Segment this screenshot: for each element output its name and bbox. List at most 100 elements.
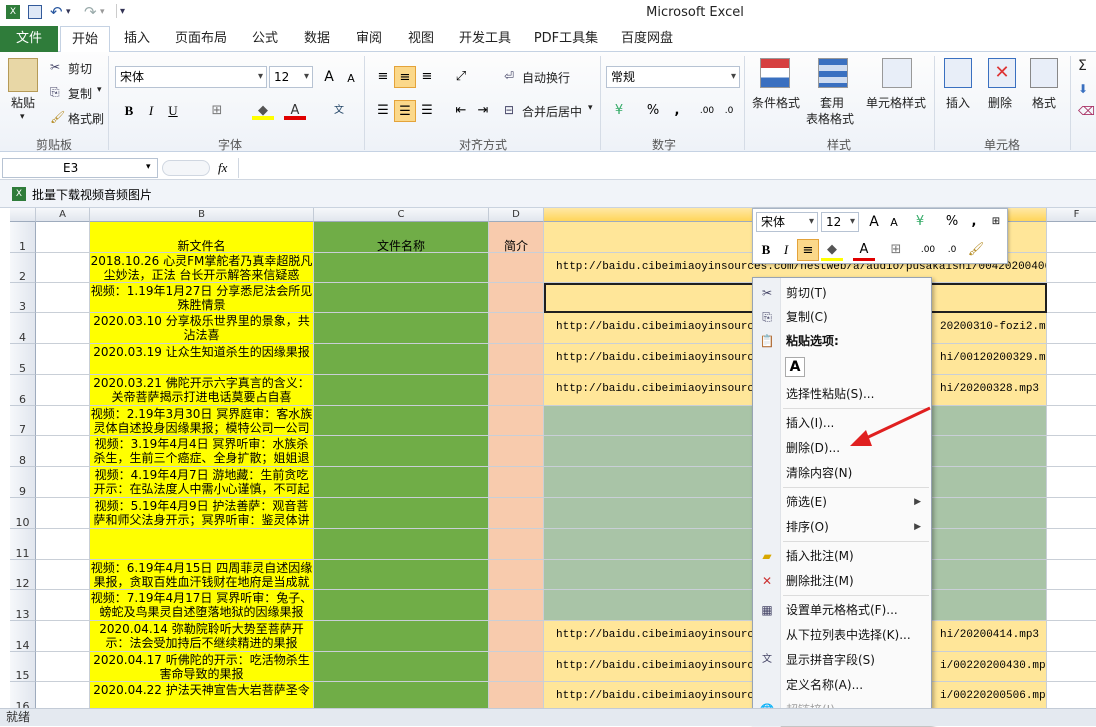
cell-A10[interactable] [36,498,90,529]
grow-font-icon[interactable]: A [318,66,340,88]
row-header[interactable]: 7 [10,406,36,436]
cell-F3[interactable] [1047,283,1096,313]
formula-bar-handle[interactable] [162,160,210,176]
row-header[interactable]: 15 [10,652,36,682]
worksheet-grid[interactable]: A B C D F 1 新文件名 文件名称 简介 2 2018.10.26 心灵FM掌舵者… [10,208,1096,708]
row-header[interactable]: 2 [10,253,36,283]
insert-cells-icon[interactable] [944,58,972,88]
cell-A4[interactable] [36,313,90,344]
increase-indent-icon[interactable]: ⇥ [472,100,494,122]
format-cells-button[interactable]: 格式 [1032,94,1056,111]
paste-dropdown-icon[interactable]: ▾ [20,112,25,122]
mini-align-center-icon[interactable]: ≡ [797,239,819,261]
tab-developer[interactable]: 开发工具 [454,26,516,52]
copy-dropdown-icon[interactable]: ▾ [97,85,102,95]
cell-D6[interactable] [489,375,544,406]
font-color-icon[interactable]: A [284,100,306,120]
cell-D11[interactable] [489,529,544,560]
row-header[interactable]: 12 [10,560,36,590]
cell-D13[interactable] [489,590,544,621]
cell-F4[interactable] [1047,313,1096,344]
row-header[interactable]: 10 [10,498,36,529]
mini-italic-button[interactable]: I [775,239,797,261]
mini-comma-button[interactable]: , [963,211,985,233]
conditional-format-icon[interactable] [760,58,790,88]
border-icon[interactable]: ⊞ [206,100,228,122]
cell-D14[interactable] [489,621,544,652]
fill-color-icon[interactable]: ◆ [252,100,274,120]
align-bottom-icon[interactable]: ≡ [416,66,438,88]
mini-font-color-icon[interactable]: A [853,239,875,261]
tab-data[interactable]: 数据 [298,26,336,52]
increase-decimal-icon[interactable]: .00 [696,100,718,122]
menu-item-filter[interactable]: 筛选(E) ▶ [753,490,931,514]
cell-C12[interactable] [314,560,489,590]
cell-A3[interactable] [36,283,90,313]
cell-B7[interactable]: 视频：2.19年3月30日 冥界庭审：客水族灵体自述投身因缘果报；模特公司一公司 [90,406,314,436]
row-header[interactable]: 5 [10,344,36,375]
mini-fill-color-icon[interactable]: ◆ [821,239,843,261]
font-name-select[interactable]: 宋体 [115,66,267,88]
cell-C5[interactable] [314,344,489,375]
cell-C8[interactable] [314,436,489,467]
paste-values-icon[interactable]: A [785,357,805,377]
cell-B3[interactable]: 视频：1.19年1月27日 分享悉尼法会所见殊胜情景 [90,283,314,313]
cell-B11[interactable] [90,529,314,560]
cell-A13[interactable] [36,590,90,621]
cell-D1[interactable]: 简介 [489,222,544,253]
cell-D9[interactable] [489,467,544,498]
align-left-icon[interactable]: ☰ [372,100,394,122]
cell-A11[interactable] [36,529,90,560]
cell-F12[interactable] [1047,560,1096,590]
mini-bold-button[interactable]: B [755,239,777,261]
paste-icon[interactable] [8,58,38,92]
cell-D8[interactable] [489,436,544,467]
paste-button[interactable]: 粘贴 [11,94,35,111]
format-painter-button[interactable]: 格式刷 [68,110,104,127]
copy-button[interactable]: 复制 [68,85,92,102]
menu-item-delete-comment[interactable]: ✕ 删除批注(M) [753,569,931,593]
merge-center-button[interactable]: 合并后居中 [522,103,582,120]
cell-F7[interactable] [1047,406,1096,436]
cell-A2[interactable] [36,253,90,283]
column-header[interactable]: B [90,208,314,222]
cell-C16[interactable] [314,682,489,708]
tab-pdf-tools[interactable]: PDF工具集 [530,26,602,52]
merge-dropdown-icon[interactable]: ▾ [588,103,593,113]
mini-currency-icon[interactable]: ¥ [909,211,931,233]
select-all-corner[interactable] [10,208,36,222]
format-as-table-label[interactable]: 表格格式 [806,110,854,127]
name-box[interactable]: E3 [2,158,158,178]
italic-button[interactable]: I [140,100,162,122]
cell-A6[interactable] [36,375,90,406]
menu-item-pick-from-list[interactable]: 从下拉列表中选择(K)... [753,623,931,647]
cell-D3[interactable] [489,283,544,313]
cell-F8[interactable] [1047,436,1096,467]
tab-review[interactable]: 审阅 [350,26,388,52]
mini-size-select[interactable]: 12 [821,212,859,232]
cell-A8[interactable] [36,436,90,467]
cell-F9[interactable] [1047,467,1096,498]
mini-border-icon[interactable]: ⊞ [885,239,907,261]
cell-B5[interactable]: 2020.03.19 让众生知道杀生的因缘果报 [90,344,314,375]
cell-B2[interactable]: 2018.10.26 心灵FM掌舵者乃真幸超脱凡尘妙法，正法 台长开示解答来信疑… [90,253,314,283]
delete-cells-icon[interactable]: ✕ [988,58,1016,88]
column-header[interactable]: C [314,208,489,222]
cell-A9[interactable] [36,467,90,498]
phonetic-guide-icon[interactable]: 文 [328,100,350,122]
cell-C4[interactable] [314,313,489,344]
cell-A7[interactable] [36,406,90,436]
menu-item-clear-contents[interactable]: 清除内容(N) [753,461,931,485]
cell-A1[interactable] [36,222,90,253]
cell-F16[interactable] [1047,682,1096,708]
menu-item-paste-special[interactable]: 选择性粘贴(S)... [753,382,931,406]
cell-F13[interactable] [1047,590,1096,621]
format-as-table-button[interactable]: 套用 [820,94,844,111]
name-box-dropdown-icon[interactable]: ▾ [146,162,151,172]
row-header[interactable]: 9 [10,467,36,498]
cell-A5[interactable] [36,344,90,375]
cell-F2[interactable] [1047,253,1096,283]
cell-A14[interactable] [36,621,90,652]
cell-F11[interactable] [1047,529,1096,560]
cell-B14[interactable]: 2020.04.14 弥勒院聆听大势至菩萨开示：法会受加持后不继续精进的果报 [90,621,314,652]
